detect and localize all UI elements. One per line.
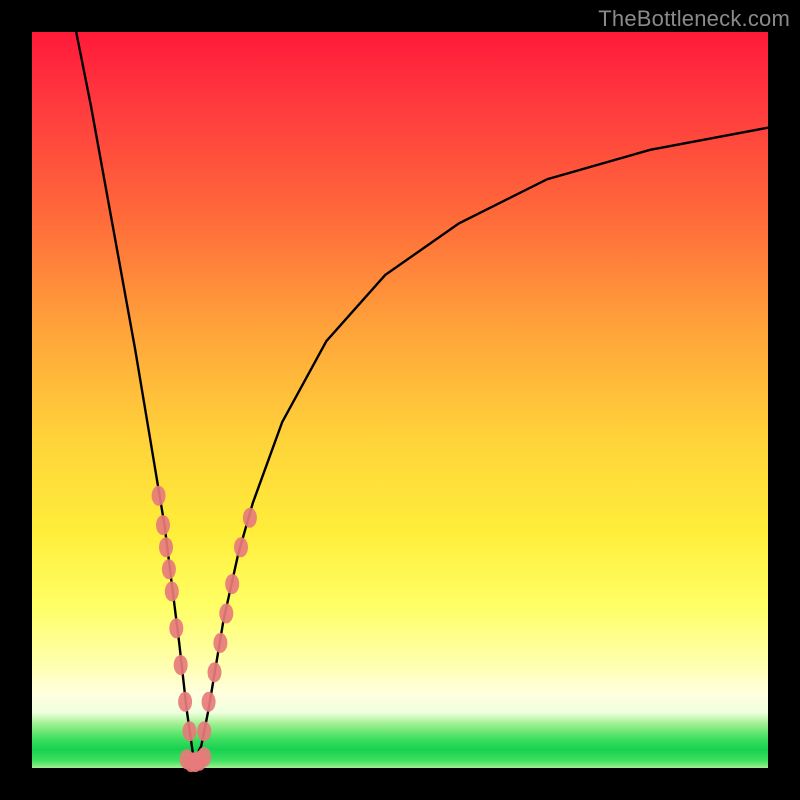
marker-dot [208, 662, 222, 682]
chart-frame: TheBottleneck.com [0, 0, 800, 800]
marker-dot [197, 721, 211, 741]
marker-dot [165, 581, 179, 601]
curve-layer [76, 32, 768, 761]
marker-dot [219, 603, 233, 623]
marker-dot [225, 574, 239, 594]
chart-svg [32, 32, 768, 768]
bottleneck-curve [76, 32, 768, 761]
plot-area [32, 32, 768, 768]
watermark-text: TheBottleneck.com [598, 6, 790, 32]
marker-dot [202, 692, 216, 712]
marker-dot [152, 486, 166, 506]
marker-dot [174, 655, 188, 675]
marker-layer [152, 486, 257, 772]
marker-dot [159, 537, 173, 557]
marker-dot [243, 508, 257, 528]
marker-dot [234, 537, 248, 557]
marker-dot [156, 515, 170, 535]
marker-dot [162, 559, 176, 579]
marker-dot [169, 618, 183, 638]
marker-dot [183, 721, 197, 741]
marker-dot [213, 633, 227, 653]
marker-dot [178, 692, 192, 712]
marker-dot [197, 747, 211, 767]
